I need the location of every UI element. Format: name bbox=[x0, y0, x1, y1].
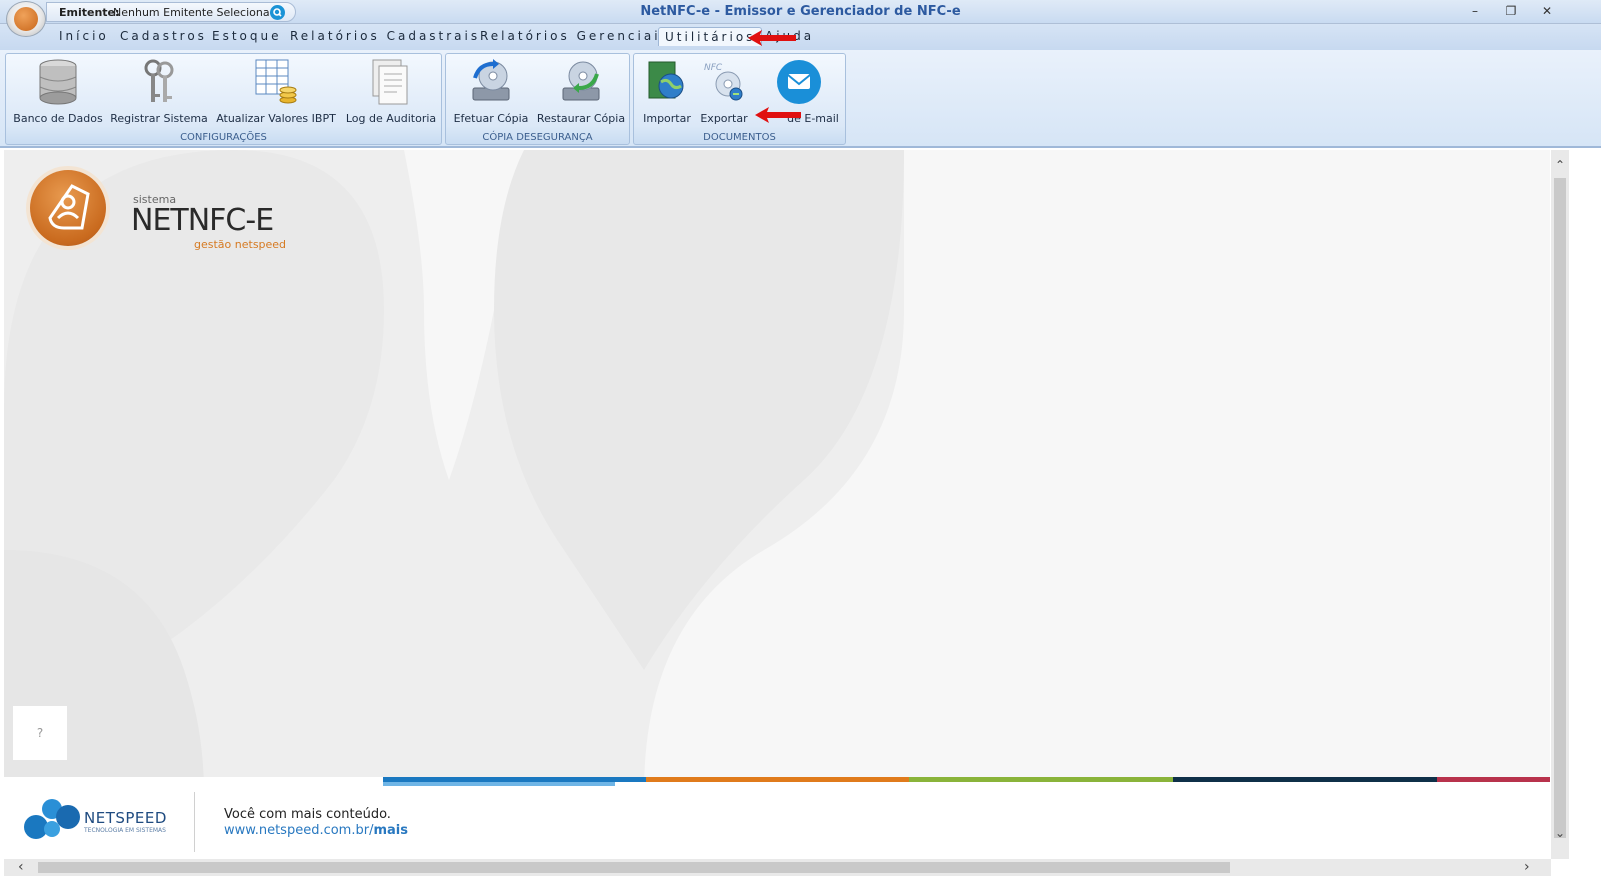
restore-disk-icon bbox=[562, 61, 600, 101]
annotation-arrow-exportar bbox=[755, 107, 801, 123]
efetuar-copia-label: Efetuar Cópia bbox=[453, 112, 529, 125]
footer-banner: NETSPEED TECNOLOGIA EM SISTEMAS Você com… bbox=[4, 777, 1550, 859]
keys-icon bbox=[144, 59, 174, 102]
horizontal-scrollbar[interactable]: ‹ › bbox=[4, 859, 1551, 876]
registrar-sistema-label: Registrar Sistema bbox=[110, 112, 208, 125]
annotation-arrow-tab bbox=[748, 30, 796, 46]
log-auditoria-button[interactable]: Log de Auditoria bbox=[344, 56, 438, 128]
log-auditoria-label: Log de Auditoria bbox=[345, 112, 437, 125]
main-content-area: sistema NETNFC-E gestão netspeed ? bbox=[4, 150, 1550, 793]
horizontal-scroll-thumb[interactable] bbox=[38, 862, 1230, 873]
group-documentos: Importar NFC Exportar de E-mail DOCUMENT… bbox=[633, 53, 846, 145]
footer-stripe-navy bbox=[1173, 777, 1437, 782]
logo-product-name: NETNFC-E bbox=[131, 203, 274, 238]
netnfce-logo-icon bbox=[30, 170, 106, 246]
document-log-icon bbox=[372, 59, 408, 105]
footer-link-bold: mais bbox=[373, 823, 408, 838]
banco-de-dados-label: Banco de Dados bbox=[13, 112, 103, 125]
restaurar-copia-label: Restaurar Cópia bbox=[536, 112, 626, 125]
scroll-left-icon[interactable]: ‹ bbox=[18, 859, 24, 875]
footer-link-prefix: www.netspeed.com.br/ bbox=[224, 823, 374, 838]
ribbon-tabs: Início Cadastros Estoque Relatórios Cada… bbox=[0, 24, 1601, 50]
group-label-documentos: DOCUMENTOS bbox=[703, 132, 776, 143]
group-label-copia: CÓPIA DESEGURANÇA bbox=[482, 132, 593, 143]
vertical-scrollbar[interactable]: ⌃ ⌄ bbox=[1551, 150, 1569, 859]
backup-disk-icon bbox=[472, 59, 510, 101]
logo-subtitle: gestão netspeed bbox=[194, 238, 287, 251]
netspeed-tagline: TECNOLOGIA EM SISTEMAS bbox=[84, 827, 166, 834]
tab-cadastros[interactable]: Cadastros bbox=[120, 29, 207, 43]
restore-button[interactable]: ❐ bbox=[1500, 2, 1522, 20]
tab-relatorios-cadastrais[interactable]: Relatórios Cadastrais bbox=[290, 29, 480, 43]
tab-relatorios-gerenciais[interactable]: Relatórios Gerenciais bbox=[480, 29, 670, 43]
scroll-up-icon[interactable]: ⌃ bbox=[1554, 158, 1566, 172]
netspeed-logo-icon bbox=[24, 799, 80, 839]
footer-stripe-red bbox=[1437, 777, 1550, 782]
export-nfc-icon: NFC bbox=[704, 63, 743, 101]
footer-slogan: Você com mais conteúdo. bbox=[224, 807, 391, 822]
email-icon bbox=[777, 60, 821, 104]
title-bar: Emitente: Nenhum Emitente Selecionado Ne… bbox=[0, 0, 1601, 24]
footer-link[interactable]: www.netspeed.com.br/mais bbox=[224, 823, 408, 838]
vertical-scroll-thumb[interactable] bbox=[1554, 178, 1566, 838]
footer-stripe-lightblue bbox=[383, 782, 615, 786]
atualizar-ibpt-label: Atualizar Valores IBPT bbox=[216, 112, 336, 125]
exportar-label: Exportar bbox=[700, 112, 748, 125]
importar-button[interactable]: Importar bbox=[638, 56, 696, 128]
group-configuracoes: Banco de Dados Registrar Sistema Atualiz… bbox=[5, 53, 442, 145]
help-button[interactable]: ? bbox=[13, 706, 67, 760]
importar-label: Importar bbox=[643, 112, 691, 125]
import-globe-icon bbox=[648, 61, 684, 99]
app-menu-orb[interactable] bbox=[6, 1, 46, 37]
banco-de-dados-button[interactable]: Banco de Dados bbox=[12, 56, 104, 128]
group-copia-seguranca: Efetuar Cópia Restaurar Cópia CÓPIA DESE… bbox=[445, 53, 630, 145]
scroll-down-icon[interactable]: ⌄ bbox=[1554, 826, 1566, 840]
restaurar-copia-button[interactable]: Restaurar Cópia bbox=[536, 56, 626, 128]
group-label-configuracoes: CONFIGURAÇÕES bbox=[180, 132, 267, 143]
registrar-sistema-button[interactable]: Registrar Sistema bbox=[110, 56, 208, 128]
tab-inicio[interactable]: Início bbox=[59, 29, 109, 43]
window-title: NetNFC-e - Emissor e Gerenciador de NFC-… bbox=[640, 4, 961, 19]
efetuar-copia-button[interactable]: Efetuar Cópia bbox=[450, 56, 532, 128]
tab-estoque[interactable]: Estoque bbox=[212, 29, 282, 43]
app-logo-icon bbox=[14, 7, 38, 31]
netspeed-brand: NETSPEED bbox=[84, 809, 167, 827]
ribbon-panel: Banco de Dados Registrar Sistema Atualiz… bbox=[0, 50, 1601, 148]
footer-stripe-green bbox=[909, 777, 1173, 782]
atualizar-ibpt-button[interactable]: Atualizar Valores IBPT bbox=[216, 56, 336, 128]
database-icon bbox=[39, 59, 77, 105]
svg-text:NFC: NFC bbox=[704, 63, 723, 73]
minimize-button[interactable]: – bbox=[1464, 2, 1486, 20]
footer-stripe-orange bbox=[646, 777, 909, 782]
footer-divider bbox=[194, 792, 195, 852]
close-button[interactable]: ✕ bbox=[1536, 2, 1558, 20]
scroll-right-icon[interactable]: › bbox=[1524, 859, 1530, 875]
exportar-button[interactable]: NFC Exportar bbox=[696, 56, 752, 128]
spreadsheet-coins-icon bbox=[255, 59, 297, 104]
